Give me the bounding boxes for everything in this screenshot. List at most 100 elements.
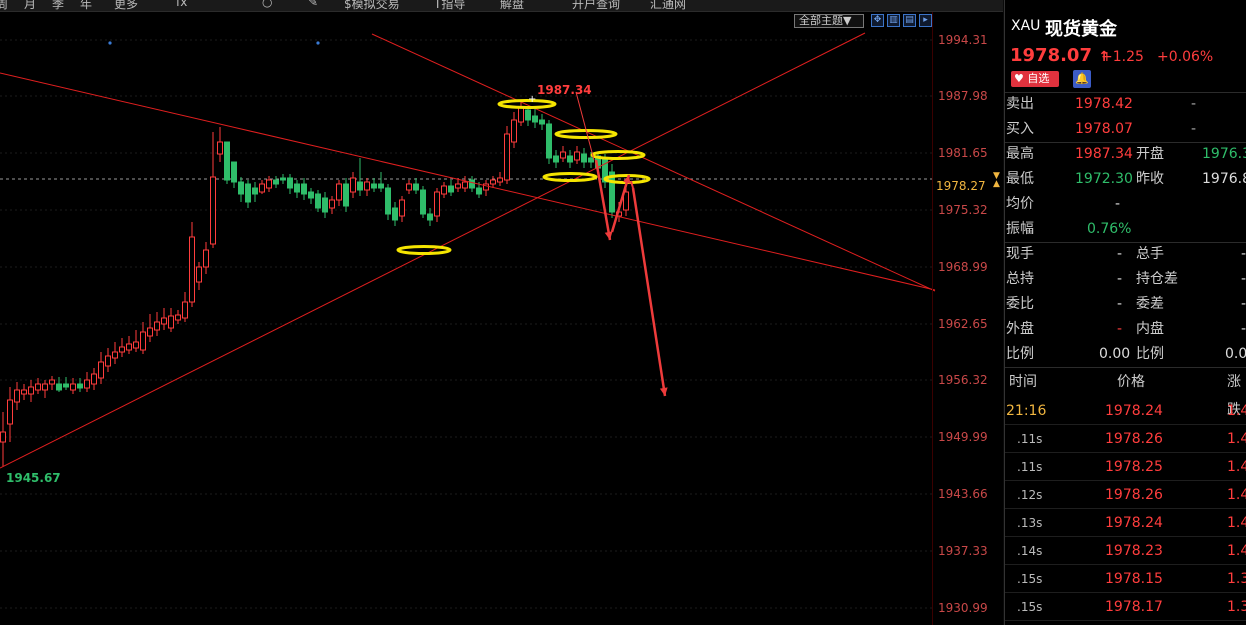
toolbar-week[interactable]: 周	[0, 0, 8, 11]
candle-body	[511, 119, 517, 143]
candle-body	[91, 373, 97, 385]
candle-body	[469, 179, 475, 189]
kline-chart[interactable]: 1987.34 +1945.67 全部主题▼ ✥ ▥ ▤ ▸ 1994.31 198…	[0, 12, 1003, 625]
price-axis-tick: 1937.33	[938, 544, 988, 558]
tick-change: 1.44↑	[1227, 487, 1246, 503]
candle-body	[455, 183, 461, 189]
tick-price: 1978.15	[1105, 571, 1163, 587]
tick-time: .12s	[1017, 488, 1043, 502]
prev-close-label: 昨收	[1136, 171, 1164, 187]
current-price-marker-icon: ▼ ▲	[993, 171, 1000, 189]
search-icon[interactable]: ○	[262, 0, 272, 9]
sell-volume: -	[1191, 96, 1197, 112]
candle-body	[371, 183, 377, 189]
toolbar-month[interactable]: 月	[24, 0, 36, 11]
tick-time: .15s	[1017, 600, 1043, 614]
candle-body	[56, 383, 62, 391]
candle-body	[532, 115, 538, 123]
candle-body	[133, 341, 139, 349]
candle-body	[35, 383, 41, 391]
candle-body	[343, 183, 349, 207]
high-marker: +	[528, 94, 536, 105]
prev-close-value: 1976.82	[1202, 171, 1246, 187]
candle-body	[112, 351, 118, 359]
candle-body	[588, 157, 594, 163]
candle-body	[189, 236, 195, 303]
highlight-ellipse	[497, 99, 557, 109]
avg-row: 均价 -	[1005, 192, 1246, 217]
toolbar-account[interactable]: 开户查询	[572, 0, 620, 11]
total-hold-row: 总持 - 持仓差 -	[1005, 267, 1246, 292]
tick-time: .14s	[1017, 544, 1043, 558]
layout-tool-icon[interactable]: ▤	[903, 14, 916, 27]
tick-change: 1.42↑	[1227, 515, 1246, 531]
commission-diff-value: -	[1241, 296, 1246, 312]
commission-diff-label: 委差	[1136, 296, 1164, 312]
candle-body	[168, 315, 174, 329]
toolbar-guide[interactable]: T指导	[434, 0, 465, 11]
price-axis-tick: 1943.66	[938, 487, 988, 501]
position-diff-value: -	[1241, 271, 1246, 287]
candle-body	[28, 386, 34, 395]
now-hand-label: 现手	[1006, 246, 1034, 262]
tick-price: 1978.17	[1105, 599, 1163, 615]
tick-row: .15s 1978.15 1.33↑	[1005, 565, 1246, 593]
scroll-tool-icon[interactable]: ▸	[919, 14, 932, 27]
high-open-row: 最高 1987.34 开盘 1976.37	[1005, 142, 1246, 167]
candle-body	[329, 199, 335, 209]
candle-body	[154, 321, 160, 331]
tick-time: .13s	[1017, 516, 1043, 530]
move-tool-icon[interactable]: ✥	[871, 14, 884, 27]
candle-body	[322, 197, 328, 213]
toolbar-sim-trade[interactable]: $模拟交易	[344, 0, 400, 11]
tick-time: 21:16	[1006, 403, 1047, 419]
bell-icon[interactable]: 🔔	[1073, 70, 1091, 88]
candle-body	[364, 181, 370, 191]
buy-value: 1978.07	[1075, 121, 1133, 137]
highlight-ellipse	[396, 245, 452, 255]
bars-tool-icon[interactable]: ▥	[887, 14, 900, 27]
total-hold-value: -	[1117, 271, 1123, 287]
candle-body	[224, 141, 230, 181]
high-label: 最高	[1006, 146, 1034, 162]
ratio-value: 0.00	[1099, 346, 1131, 362]
candle-body	[70, 383, 76, 391]
last-price: 1978.07 ↑	[1010, 45, 1110, 66]
toolbar-more[interactable]: 更多	[114, 0, 138, 11]
tick-row: .14s 1978.23 1.41↑	[1005, 537, 1246, 565]
tick-time: .11s	[1017, 432, 1043, 446]
candlestick-svg[interactable]: 1987.34+1945.67	[0, 12, 1003, 625]
candle-body	[0, 431, 6, 443]
candle-body	[245, 183, 251, 203]
candle-body	[259, 183, 265, 193]
watchlist-button[interactable]: ♥ 自选	[1011, 71, 1059, 87]
toolbar-analysis[interactable]: 解盘	[500, 0, 524, 11]
price-axis-tick: 1994.31	[938, 33, 988, 47]
toolbar-huitong[interactable]: 汇通网	[650, 0, 686, 11]
candle-body	[238, 181, 244, 195]
toolbar-year[interactable]: 年	[80, 0, 92, 11]
tick-time: .15s	[1017, 572, 1043, 586]
candle-body	[539, 119, 545, 125]
trading-app: 周 月 季 年 更多 fx ○ ✎ $模拟交易 T指导 解盘 开户查询 汇通网 …	[0, 0, 1246, 625]
candle-body	[581, 153, 587, 163]
toolbar-quarter[interactable]: 季	[52, 0, 64, 11]
now-hand-row: 现手 - 总手 -	[1005, 242, 1246, 267]
ticks-time-header: 时间	[1009, 374, 1037, 390]
tick-row: .11s 1978.25 1.43↑	[1005, 453, 1246, 481]
candle-body	[574, 151, 580, 161]
tick-row: .12s 1978.26 1.44↑	[1005, 481, 1246, 509]
candle-body	[357, 181, 363, 191]
candle-body	[427, 213, 433, 221]
candle-body	[315, 193, 321, 209]
candle-body	[84, 379, 90, 389]
commission-ratio-value: -	[1117, 296, 1123, 312]
avg-label: 均价	[1006, 196, 1034, 212]
toolbar-fx[interactable]: fx	[176, 0, 187, 9]
low-price-label: 1945.67	[6, 471, 61, 485]
price-axis-tick: 1968.99	[938, 260, 988, 274]
draw-tool-icon[interactable]: ✎	[308, 0, 318, 9]
candle-body	[560, 151, 566, 159]
candle-body	[441, 185, 447, 195]
theme-dropdown[interactable]: 全部主题▼	[794, 14, 864, 28]
